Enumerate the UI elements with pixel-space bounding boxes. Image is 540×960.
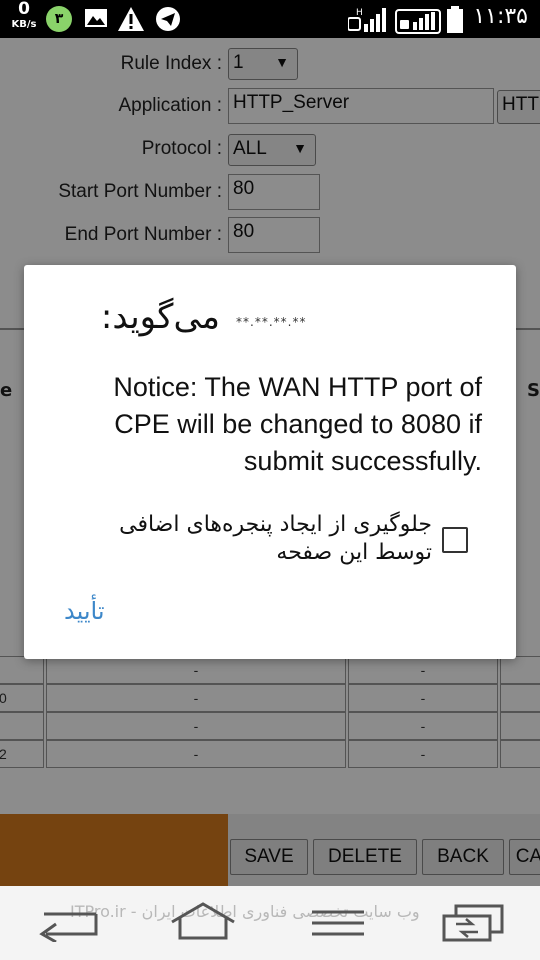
speed-value: 0 [18, 0, 30, 19]
back-icon[interactable] [36, 904, 100, 946]
battery-icon [446, 6, 464, 38]
wifi-call-icon [395, 6, 441, 38]
status-bar: 0 KB/s ۳ H ۱۱:۳۵ [0, 0, 540, 38]
signal-icon: H [347, 6, 390, 38]
speed-unit: KB/s [11, 19, 37, 30]
dialog-title: می‌گوید: [100, 297, 220, 337]
network-speed: 0 KB/s [6, 0, 42, 32]
dialog-host: **.**.**.** [236, 315, 307, 329]
ok-button[interactable]: تأیید [64, 597, 105, 625]
svg-text:H: H [356, 8, 363, 18]
warning-icon [117, 6, 145, 36]
gallery-icon [84, 6, 108, 34]
alert-dialog: می‌گوید: **.**.**.** Notice: The WAN HTT… [24, 265, 516, 659]
notification-count-badge[interactable]: ۳ [46, 6, 72, 32]
clock: ۱۱:۳۵ [473, 4, 528, 29]
menu-icon[interactable] [310, 908, 366, 942]
watermark-text: ITPro.ir - وب سایت تخصصی فناوری اطلاعات … [70, 902, 420, 921]
telegram-icon [155, 6, 181, 36]
prevent-dialogs-label[interactable]: جلوگیری از ایجاد پنجره‌های اضافی توسط ای… [92, 511, 432, 567]
navigation-bar: ITPro.ir - وب سایت تخصصی فناوری اطلاعات … [0, 886, 540, 960]
home-icon[interactable] [170, 902, 236, 946]
prevent-dialogs-checkbox[interactable] [442, 527, 468, 553]
dialog-message: Notice: The WAN HTTP port of CPE will be… [113, 372, 482, 476]
recent-apps-icon[interactable] [442, 904, 504, 946]
